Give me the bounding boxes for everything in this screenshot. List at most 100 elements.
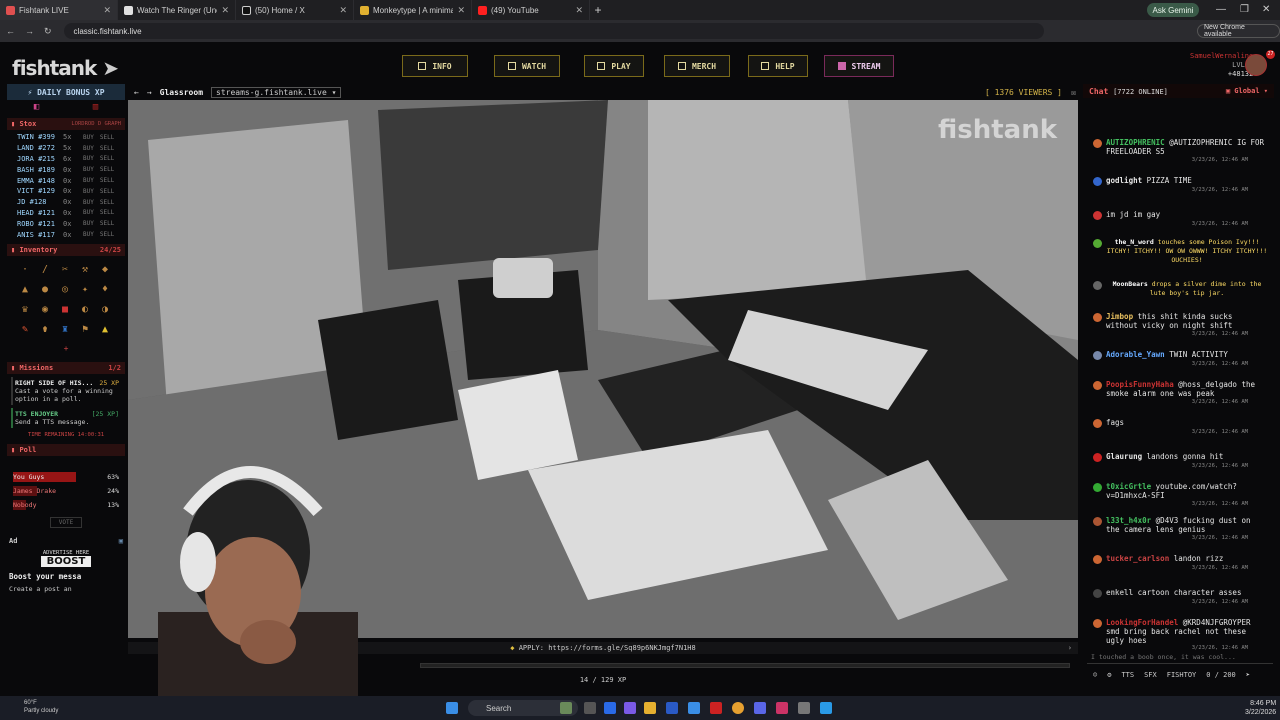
browser-tab[interactable]: Fishtank LIVE ✕ <box>0 0 118 20</box>
buy-button[interactable]: BUY <box>83 145 94 152</box>
minimize-icon[interactable]: — <box>1216 4 1226 15</box>
browser-tab[interactable]: (50) Home / X ✕ <box>236 0 354 20</box>
inventory-item[interactable]: · <box>15 260 35 280</box>
daily-bonus-button[interactable]: ⚡ DAILY BONUS XP <box>7 84 125 100</box>
app-icon[interactable] <box>688 702 700 714</box>
inventory-item[interactable]: ◆ <box>95 260 115 280</box>
add-inventory-icon[interactable]: + <box>7 344 125 354</box>
inventory-item[interactable]: ✦ <box>75 280 95 300</box>
emoji-icon[interactable]: ☺ <box>1093 671 1097 679</box>
stox-header[interactable]: ▮ Stox LORDROD D GRAPH <box>7 118 125 130</box>
close-window-icon[interactable]: ✕ <box>1262 4 1270 15</box>
buy-button[interactable]: BUY <box>83 166 94 173</box>
trash-icon[interactable]: ▥ <box>93 102 98 112</box>
twitch-icon[interactable]: ◧ <box>34 102 39 112</box>
buy-button[interactable]: BUY <box>83 209 94 216</box>
missions-header[interactable]: ▮ Missions 1/2 <box>7 361 125 374</box>
sell-button[interactable]: SELL <box>100 145 114 152</box>
close-video-icon[interactable]: ☒ <box>1071 88 1076 97</box>
sell-button[interactable]: SELL <box>100 231 114 238</box>
inventory-item[interactable]: / <box>35 260 55 280</box>
sell-button[interactable]: SELL <box>100 209 114 216</box>
inventory-item[interactable]: ⚒ <box>75 260 95 280</box>
inventory-item[interactable]: ♜ <box>55 320 75 340</box>
inventory-item[interactable]: ⚱ <box>35 320 55 340</box>
settings-icon[interactable]: ⚙ <box>1107 671 1111 679</box>
next-room-icon[interactable]: → <box>147 88 152 97</box>
inventory-item[interactable]: ◎ <box>55 280 75 300</box>
discord-icon[interactable] <box>754 702 766 714</box>
fishtoy-button[interactable]: FISHTOY <box>1167 671 1197 679</box>
avatar[interactable] <box>1245 54 1267 76</box>
nav-play-button[interactable]: PLAY <box>584 55 644 77</box>
user-box[interactable]: SamuelWernaline LVL 2 +48132 <box>1190 52 1253 79</box>
maximize-icon[interactable]: ❐ <box>1240 4 1249 15</box>
buy-button[interactable]: BUY <box>83 231 94 238</box>
buy-button[interactable]: BUY <box>83 177 94 184</box>
prev-room-icon[interactable]: ← <box>134 88 139 97</box>
poll-option[interactable]: Nobody 13% <box>7 498 125 512</box>
app-icon[interactable] <box>776 702 788 714</box>
nav-merch-button[interactable]: MERCH <box>664 55 730 77</box>
vote-button[interactable]: VOTE <box>49 516 83 528</box>
nav-info-button[interactable]: INFO <box>402 55 468 77</box>
poll-header[interactable]: ▮ Poll <box>7 443 125 456</box>
app-icon[interactable] <box>624 702 636 714</box>
buy-button[interactable]: BUY <box>83 220 94 227</box>
inventory-item[interactable]: ▲ <box>15 280 35 300</box>
sfx-button[interactable]: SFX <box>1144 671 1157 679</box>
stream-select[interactable]: streams-g.fishtank.live ▾ <box>211 86 342 98</box>
apply-next-icon[interactable]: › <box>1068 644 1072 652</box>
poll-option[interactable]: You Guys 63% <box>7 470 125 484</box>
browser-tab[interactable]: (49) YouTube ✕ <box>472 0 590 20</box>
app-icon[interactable] <box>666 702 678 714</box>
browser-tab[interactable]: Monkeytype | A minimalistic, c ✕ <box>354 0 472 20</box>
nav-stream-button[interactable]: STREAM <box>824 55 894 77</box>
poll-option[interactable]: James Drake 24% <box>7 484 125 498</box>
inventory-item[interactable]: ▲ <box>95 320 115 340</box>
back-icon[interactable]: ← <box>6 26 15 36</box>
sell-button[interactable]: SELL <box>100 166 114 173</box>
weather-widget[interactable]: 60°F Partly cloudy <box>24 699 58 715</box>
inventory-header[interactable]: ▮ Inventory 24/25 <box>7 243 125 256</box>
start-icon[interactable] <box>446 702 458 714</box>
sell-button[interactable]: SELL <box>100 199 114 206</box>
nav-help-button[interactable]: HELP <box>748 55 808 77</box>
buy-button[interactable]: BUY <box>83 134 94 141</box>
buy-button[interactable]: BUY <box>83 188 94 195</box>
task-view-icon[interactable] <box>584 702 596 714</box>
sell-button[interactable]: SELL <box>100 155 114 162</box>
mission-item[interactable]: RIGHT SIDE OF HIS... 25 XP Cast a vote fo… <box>11 376 121 405</box>
sell-button[interactable]: SELL <box>100 134 114 141</box>
video-progress-bar[interactable] <box>420 663 1070 668</box>
close-tab-icon[interactable]: ✕ <box>575 5 583 16</box>
nav-watch-button[interactable]: WATCH <box>494 55 560 77</box>
inventory-item[interactable]: ● <box>35 280 55 300</box>
inventory-item[interactable]: ✎ <box>15 320 35 340</box>
chat-channel-select[interactable]: ▣ Global ▾ <box>1226 87 1268 95</box>
close-tab-icon[interactable]: ✕ <box>103 5 111 16</box>
chat-input[interactable]: I touched a boob once, it was cool... <box>1087 651 1273 664</box>
system-clock[interactable]: 8:46 PM 3/22/2026 <box>1245 699 1276 717</box>
inventory-item[interactable]: ◑ <box>95 300 115 320</box>
inventory-item[interactable]: ♦ <box>95 280 115 300</box>
folder-icon[interactable] <box>644 702 656 714</box>
inventory-item[interactable]: ♛ <box>15 300 35 320</box>
sell-button[interactable]: SELL <box>100 220 114 227</box>
forward-icon[interactable]: → <box>25 26 34 36</box>
app-icon[interactable] <box>820 702 832 714</box>
ad-info-icon[interactable]: ▣ <box>119 537 123 545</box>
url-field[interactable]: classic.fishtank.live <box>63 23 1044 39</box>
ad-banner[interactable]: ADVERTISE HERE BOOST <box>7 550 125 567</box>
chrome-icon[interactable] <box>732 702 744 714</box>
notification-badge[interactable]: 27 <box>1266 50 1275 59</box>
inventory-item[interactable]: ◐ <box>75 300 95 320</box>
close-tab-icon[interactable]: ✕ <box>457 5 465 16</box>
new-chrome-button[interactable]: New Chrome available <box>1197 24 1280 38</box>
close-tab-icon[interactable]: ✕ <box>221 5 229 16</box>
sell-button[interactable]: SELL <box>100 177 114 184</box>
app-icon[interactable] <box>710 702 722 714</box>
inventory-item[interactable]: ◉ <box>35 300 55 320</box>
ask-gemini-button[interactable]: Ask Gemini <box>1147 3 1199 17</box>
site-logo[interactable]: fishtank ➤ <box>12 56 119 80</box>
